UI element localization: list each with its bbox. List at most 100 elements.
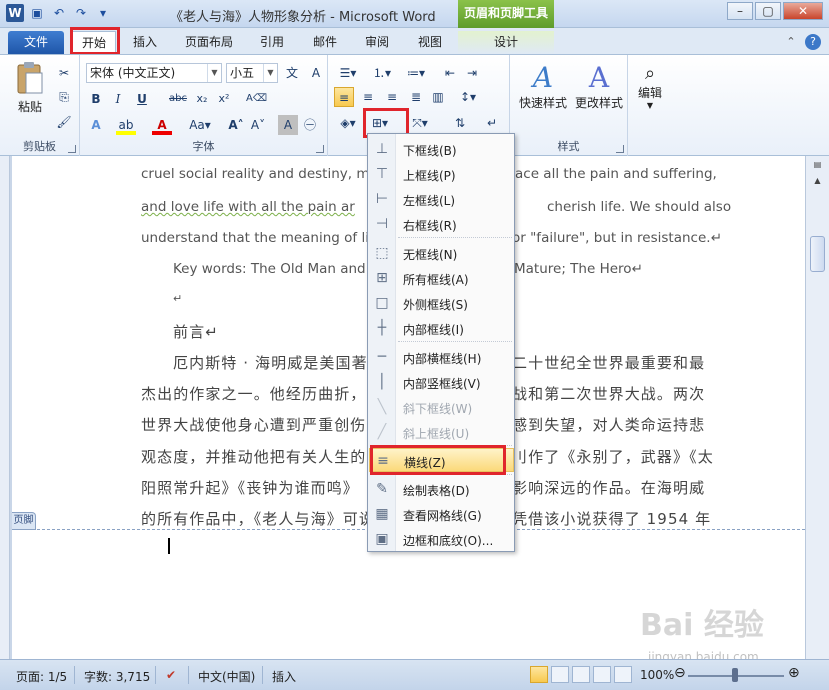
menu-item-inside-vertical-border[interactable]: │ 内部竖框线(V) bbox=[369, 370, 514, 394]
print-layout-view-button[interactable] bbox=[530, 666, 548, 683]
insert-mode[interactable]: 插入 bbox=[272, 668, 296, 685]
clipboard-launcher[interactable] bbox=[68, 145, 76, 153]
multilevel-list-icon[interactable]: ≔▾ bbox=[402, 63, 430, 83]
tab-file[interactable]: 文件 bbox=[8, 31, 64, 54]
shrink-font-icon[interactable]: A˅ bbox=[248, 115, 268, 135]
scroll-up-icon[interactable]: ▲ bbox=[810, 174, 825, 188]
status-separator bbox=[188, 666, 189, 684]
shading-icon[interactable]: ◈▾ bbox=[334, 113, 362, 133]
language[interactable]: 中文(中国) bbox=[198, 668, 255, 685]
char-border-icon[interactable]: A bbox=[306, 63, 326, 83]
customize-qat-icon[interactable]: ▾ bbox=[94, 4, 112, 22]
zoom-in-icon[interactable]: ⊕ bbox=[788, 665, 800, 681]
help-icon[interactable]: ? bbox=[805, 34, 821, 50]
phonetic-guide-icon[interactable]: 文 bbox=[282, 63, 302, 83]
format-painter-icon[interactable]: 🖌 bbox=[54, 112, 74, 132]
editing-button[interactable]: ⌕ 编辑 ▼ bbox=[632, 63, 668, 110]
change-styles-button[interactable]: A 更改样式 bbox=[570, 61, 628, 111]
border-all-icon: ⊞ bbox=[376, 270, 388, 286]
outline-view-button[interactable] bbox=[593, 666, 611, 683]
strikethrough-button[interactable]: abc bbox=[168, 89, 188, 109]
word-app-icon[interactable]: W bbox=[6, 4, 24, 22]
menu-item-inside-horizontal-border[interactable]: ─ 内部横框线(H) bbox=[369, 345, 514, 369]
maximize-button[interactable]: ▢ bbox=[755, 2, 781, 20]
highlight-color-icon[interactable]: ab bbox=[116, 115, 136, 135]
grow-font-icon[interactable]: A˄ bbox=[226, 115, 246, 135]
menu-item-all-borders[interactable]: ⊞ 所有框线(A) bbox=[369, 266, 514, 290]
menu-item-draw-table[interactable]: ✎ 绘制表格(D) bbox=[369, 477, 514, 501]
redo-icon[interactable]: ↷ bbox=[72, 4, 90, 22]
doc-line: 感到失望，对人类命运持悲 bbox=[512, 416, 706, 434]
chinese-layout-icon[interactable]: ⤧▾ bbox=[406, 113, 434, 133]
tab-references[interactable]: 引用 bbox=[252, 31, 292, 54]
align-right-button[interactable]: ≡ bbox=[382, 87, 402, 107]
close-button[interactable]: ✕ bbox=[783, 2, 823, 20]
menu-item-view-gridlines[interactable]: ▦ 查看网格线(G) bbox=[369, 502, 514, 526]
menu-item-inside-borders[interactable]: ┼ 内部框线(I) bbox=[369, 316, 514, 340]
border-outside-icon: □ bbox=[375, 295, 389, 311]
font-size-combo[interactable]: 小五 ▼ bbox=[226, 63, 278, 83]
justify-button[interactable]: ≣ bbox=[406, 87, 426, 107]
doc-line: ace all the pain and suffering, bbox=[515, 166, 717, 182]
vertical-scrollbar[interactable]: ▤ ▲ bbox=[805, 156, 829, 659]
zoom-slider-thumb[interactable] bbox=[732, 668, 738, 682]
web-layout-view-button[interactable] bbox=[572, 666, 590, 683]
ruler-toggle-icon[interactable]: ▤ bbox=[810, 158, 825, 172]
align-left-button[interactable]: ≡ bbox=[334, 87, 354, 107]
minimize-button[interactable]: – bbox=[727, 2, 753, 20]
tab-view[interactable]: 视图 bbox=[410, 31, 450, 54]
menu-item-bottom-border[interactable]: ⊥ 下框线(B) bbox=[369, 137, 514, 161]
paste-button[interactable]: 粘贴 bbox=[10, 61, 50, 115]
font-name-combo[interactable]: 宋体 (中文正文) ▼ bbox=[86, 63, 222, 83]
page-count[interactable]: 页面: 1/5 bbox=[16, 668, 67, 685]
minimize-ribbon-icon[interactable]: ⌃ bbox=[783, 34, 799, 50]
zoom-level[interactable]: 100% bbox=[640, 668, 674, 682]
tab-design[interactable]: 设计 bbox=[458, 31, 554, 54]
tab-insert[interactable]: 插入 bbox=[124, 31, 166, 54]
zoom-out-icon[interactable]: ⊖ bbox=[674, 665, 686, 681]
proofing-icon[interactable]: ✔ bbox=[166, 668, 176, 682]
menu-item-left-border[interactable]: ⊢ 左框线(L) bbox=[369, 187, 514, 211]
underline-button[interactable]: U bbox=[132, 89, 152, 109]
text-effects-icon[interactable]: A bbox=[86, 115, 106, 135]
quick-styles-button[interactable]: A 快速样式 bbox=[514, 61, 572, 111]
menu-item-outside-borders[interactable]: □ 外侧框线(S) bbox=[369, 291, 514, 315]
word-count[interactable]: 字数: 3,715 bbox=[84, 668, 150, 685]
full-screen-view-button[interactable] bbox=[551, 666, 569, 683]
styles-launcher[interactable] bbox=[616, 145, 624, 153]
menu-item-right-border[interactable]: ⊣ 右框线(R) bbox=[369, 212, 514, 236]
line-spacing-icon[interactable]: ↕▾ bbox=[454, 87, 482, 107]
tab-mailings[interactable]: 邮件 bbox=[305, 31, 345, 54]
italic-button[interactable]: I bbox=[108, 89, 128, 109]
show-marks-icon[interactable]: ↵ bbox=[482, 113, 502, 133]
align-center-button[interactable]: ≡ bbox=[358, 87, 378, 107]
tab-review[interactable]: 审阅 bbox=[357, 31, 397, 54]
undo-icon[interactable]: ↶ bbox=[50, 4, 68, 22]
menu-item-no-border[interactable]: ⬚ 无框线(N) bbox=[369, 241, 514, 265]
increase-indent-icon[interactable]: ⇥ bbox=[462, 63, 482, 83]
superscript-button[interactable]: x² bbox=[214, 89, 234, 109]
numbering-icon[interactable]: ⒈▾ bbox=[368, 63, 396, 83]
distributed-button[interactable]: ▥ bbox=[428, 87, 448, 107]
menu-item-top-border[interactable]: ⊤ 上框线(P) bbox=[369, 162, 514, 186]
bold-button[interactable]: B bbox=[86, 89, 106, 109]
decrease-indent-icon[interactable]: ⇤ bbox=[440, 63, 460, 83]
change-case-icon[interactable]: Aa▾ bbox=[186, 115, 214, 135]
enclose-char-icon[interactable]: ㊀ bbox=[300, 115, 320, 135]
font-launcher[interactable] bbox=[316, 145, 324, 153]
char-shading-icon[interactable]: A bbox=[278, 115, 298, 135]
border-diagonal-up-icon: ╱ bbox=[377, 424, 387, 440]
bullets-icon[interactable]: ☰▾ bbox=[334, 63, 362, 83]
draft-view-button[interactable] bbox=[614, 666, 632, 683]
tab-page-layout[interactable]: 页面布局 bbox=[178, 31, 240, 54]
border-diagonal-down-icon: ╲ bbox=[377, 399, 387, 415]
font-color-icon[interactable]: A bbox=[152, 115, 172, 135]
sort-icon[interactable]: ⇅ bbox=[450, 113, 470, 133]
save-icon[interactable]: ▣ bbox=[28, 4, 46, 22]
clear-format-icon[interactable]: A⌫ bbox=[246, 89, 267, 109]
cut-icon[interactable]: ✂ bbox=[54, 63, 74, 83]
copy-icon[interactable]: ⎘ bbox=[54, 87, 74, 107]
subscript-button[interactable]: x₂ bbox=[192, 89, 212, 109]
scroll-thumb[interactable] bbox=[810, 236, 825, 272]
menu-item-borders-and-shading[interactable]: ▣ 边框和底纹(O)... bbox=[369, 527, 514, 551]
